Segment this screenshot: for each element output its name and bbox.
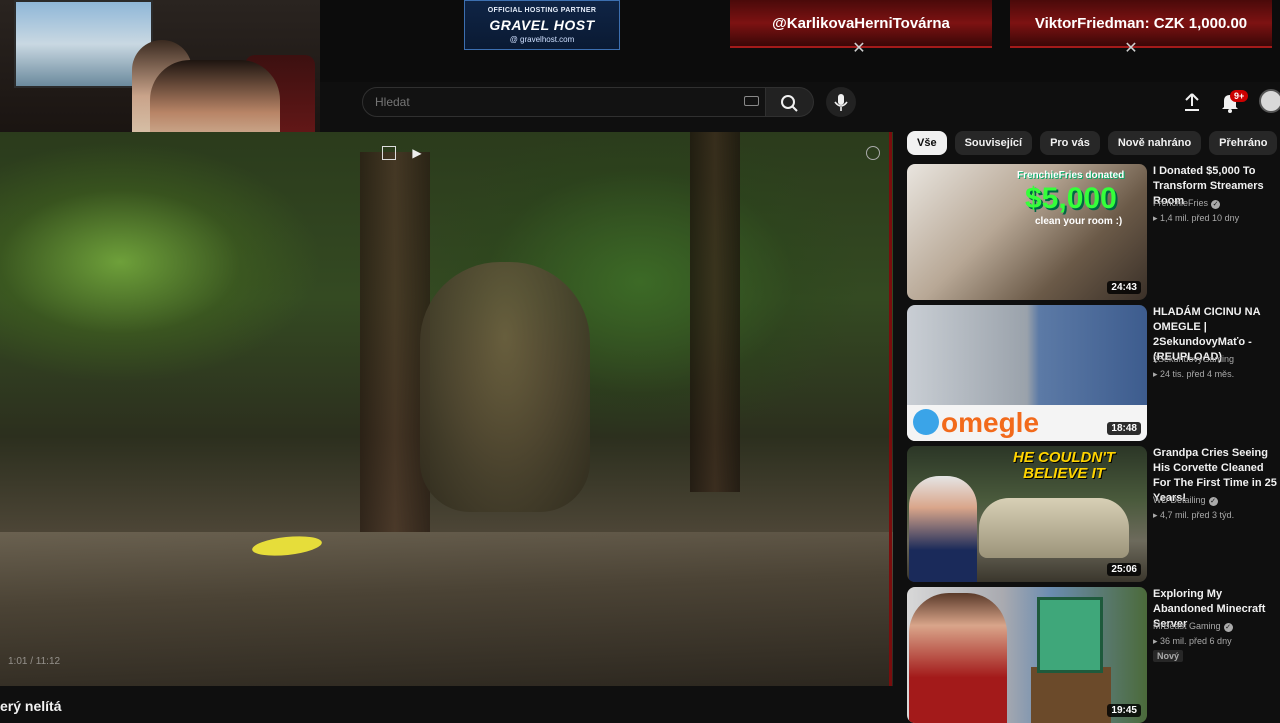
keyboard-icon[interactable] [744, 96, 759, 106]
voice-search-button[interactable] [826, 87, 856, 117]
recommendation-item[interactable]: 19:45 Exploring My Abandoned Minecraft S… [907, 587, 1280, 723]
verified-icon: ✓ [1211, 200, 1221, 209]
new-badge: Nový [1153, 650, 1184, 662]
banner-emblem-icon: ✕ [1124, 40, 1138, 57]
next-video-icon[interactable]: ▶ [410, 146, 424, 160]
video-meta: ▸ 24 tis. před 4 měs. [1153, 369, 1235, 379]
search-button[interactable] [766, 87, 814, 117]
video-scene-tree [690, 132, 740, 492]
video-scene-ground [0, 532, 893, 686]
hosting-label: OFFICIAL HOSTING PARTNER [487, 7, 597, 14]
search-input[interactable] [373, 94, 737, 110]
overlay-frame-border [889, 132, 892, 686]
thumbnail-text: clean your room :) [1035, 216, 1123, 227]
chip-for-you[interactable]: Pro vás [1040, 131, 1100, 155]
video-title: erý nelítá [0, 692, 893, 720]
hosting-url: @ gravelhost.com [509, 35, 575, 44]
omegle-logo-icon [913, 409, 939, 435]
hosting-partner-badge: OFFICIAL HOSTING PARTNER GRAVEL HOST @ g… [464, 0, 620, 50]
notification-count-badge: 9+ [1230, 90, 1249, 102]
banner-emblem-icon: ✕ [852, 40, 866, 57]
donation-left-text: @KarlikovaHerniTovárna [772, 14, 950, 32]
account-avatar[interactable] [1259, 89, 1280, 113]
search-box[interactable] [362, 87, 766, 117]
thumbnail-text: $5,000 [1025, 182, 1117, 215]
recommendation-item[interactable]: omegle 18:48 HLADÁM CICINU NA OMEGLE | 2… [907, 305, 1280, 441]
video-thumbnail[interactable]: HE COULDN'T BELIEVE IT 25:06 [907, 446, 1147, 582]
thumbnail-minecraft-head [1037, 597, 1103, 673]
thumbnail-person [909, 476, 977, 582]
video-meta: ▸ 4,7 mil. před 3 týd. [1153, 510, 1235, 520]
recommendation-item[interactable]: HE COULDN'T BELIEVE IT 25:06 Grandpa Cri… [907, 446, 1280, 582]
video-meta: ▸ 1,4 mil. před 10 dny [1153, 213, 1240, 223]
search-icon [781, 95, 798, 112]
microphone-icon [834, 94, 848, 111]
thumbnail-person [909, 593, 1007, 723]
thumbnail-text: HE COULDN'T BELIEVE IT [1013, 449, 1115, 482]
duration-badge: 18:48 [1107, 422, 1141, 435]
duration-badge: 25:06 [1107, 563, 1141, 576]
verified-icon: ✓ [1208, 497, 1218, 506]
channel-name[interactable]: WD Detailing ✓ [1153, 495, 1218, 506]
hosting-brand: GRAVEL HOST [489, 17, 595, 33]
thumbnail-text: FrenchieFries donated [1017, 170, 1125, 181]
create-upload-button[interactable] [1180, 90, 1204, 114]
video-thumbnail[interactable]: omegle 18:48 [907, 305, 1147, 441]
filter-chips: Vše Související Pro vás Nově nahráno Pře… [907, 131, 1278, 157]
chip-recently-uploaded[interactable]: Nově nahráno [1107, 131, 1202, 155]
verified-icon: ✓ [1223, 623, 1233, 632]
video-scene-kakapo [420, 262, 590, 512]
thumbnail-car [979, 498, 1129, 558]
video-thumbnail[interactable]: 19:45 [907, 587, 1147, 723]
channel-name[interactable]: FrenchieFries ✓ [1153, 198, 1221, 209]
chip-all[interactable]: Vše [907, 131, 947, 155]
video-thumbnail[interactable]: FrenchieFries donated $5,000 clean your … [907, 164, 1147, 300]
chip-related[interactable]: Související [954, 131, 1033, 155]
recommendation-item[interactable]: FrenchieFries donated $5,000 clean your … [907, 164, 1280, 300]
thumbnail-text: omegle [941, 407, 1040, 438]
video-meta: ▸ 36 mil. před 6 dny [1153, 636, 1232, 646]
miniplayer-icon[interactable] [382, 146, 396, 160]
video-player[interactable] [0, 132, 893, 686]
thumbnail-minecraft-body [1031, 667, 1111, 723]
duration-badge: 24:43 [1107, 281, 1141, 294]
upload-icon [1185, 93, 1199, 111]
channel-name[interactable]: MrBeast Gaming ✓ [1153, 621, 1233, 632]
duration-badge: 19:45 [1107, 704, 1141, 717]
chip-watched[interactable]: Přehráno [1209, 131, 1278, 155]
video-title-text: erý nelítá [0, 698, 62, 714]
donation-right-text: ViktorFriedman: CZK 1,000.00 [1034, 14, 1248, 32]
channel-name[interactable]: 2SekundovyGaming [1153, 354, 1234, 364]
time-readout: 1:01 / 11:12 [8, 656, 61, 667]
info-icon[interactable] [866, 146, 880, 160]
